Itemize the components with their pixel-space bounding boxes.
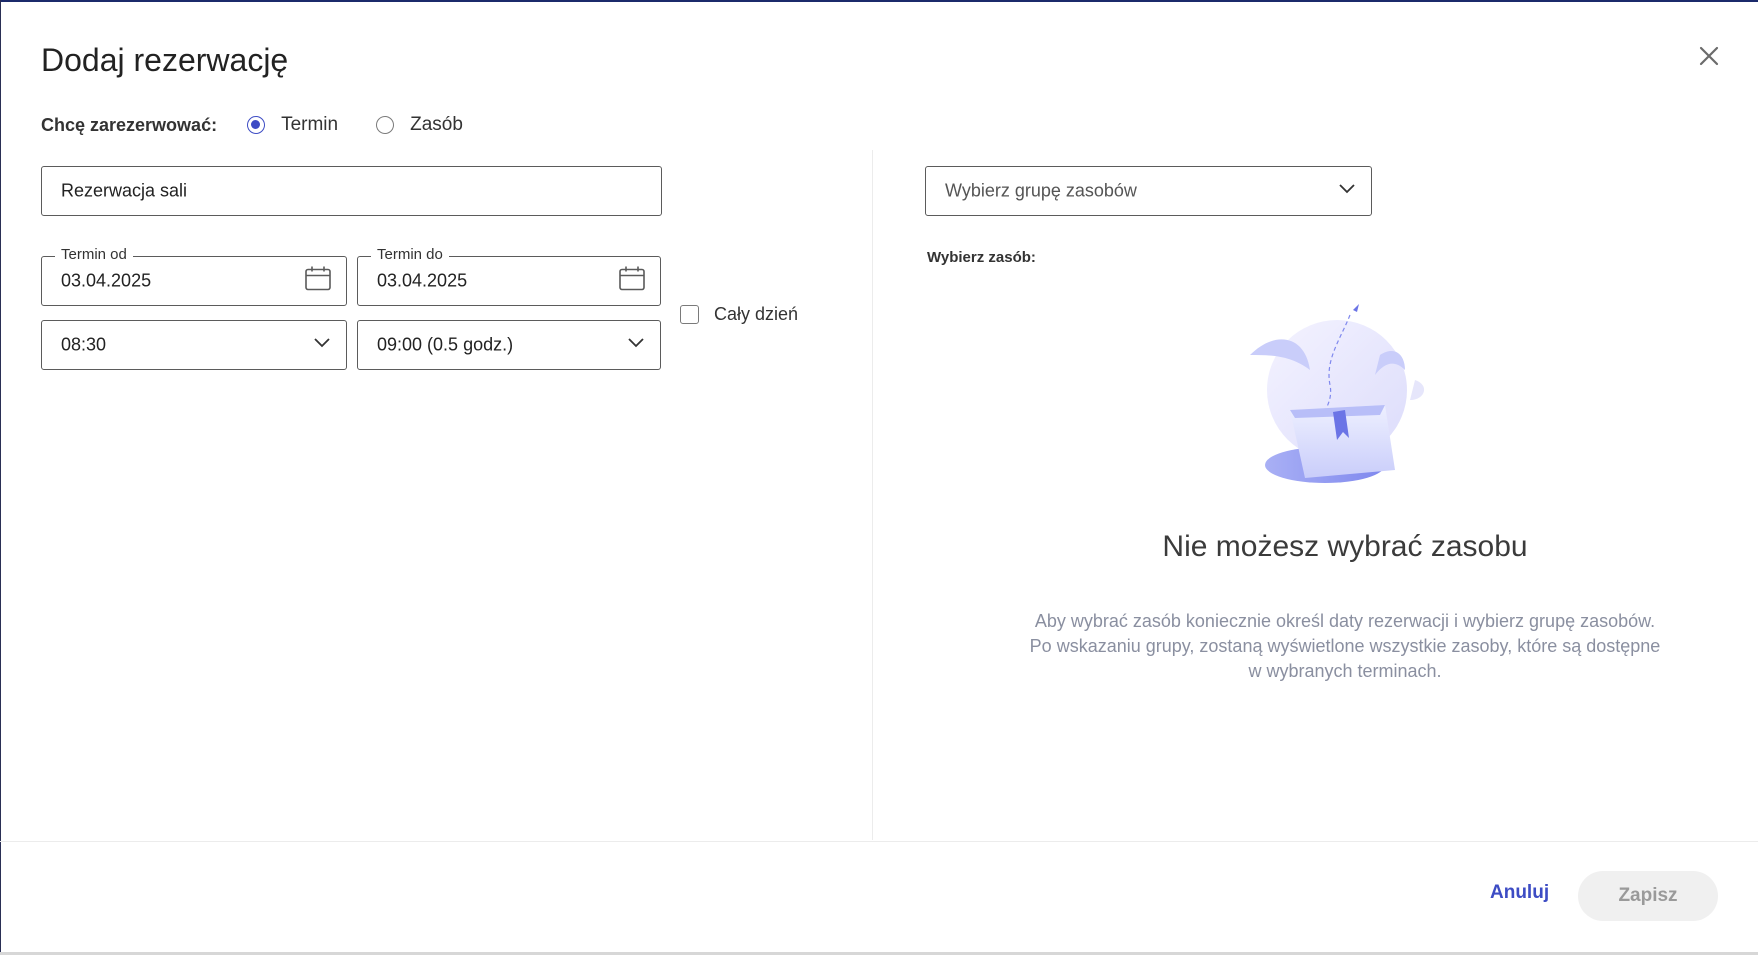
close-icon	[1699, 46, 1719, 66]
reservation-name-input[interactable]: Rezerwacja sali	[41, 166, 662, 216]
time-from-select[interactable]: 08:30	[41, 320, 347, 370]
select-resource-label: Wybierz zasób:	[927, 249, 1036, 266]
calendar-icon[interactable]	[304, 266, 332, 297]
save-button[interactable]: Zapisz	[1578, 871, 1718, 921]
radio-option-zasob[interactable]: Zasób	[376, 114, 463, 136]
chevron-down-icon	[312, 336, 332, 354]
date-from-field[interactable]: Termin od 03.04.2025	[41, 246, 347, 306]
empty-desc-line: Aby wybrać zasób koniecznie określ daty …	[1034, 611, 1656, 631]
booking-mode-caption: Chcę zarezerwować:	[41, 114, 218, 135]
empty-folder-illustration	[1245, 300, 1435, 500]
chevron-down-icon	[1337, 182, 1357, 200]
calendar-icon[interactable]	[618, 266, 646, 297]
resource-group-select[interactable]: Wybierz grupę zasobów	[925, 166, 1372, 216]
resource-group-placeholder: Wybierz grupę zasobów	[945, 180, 1137, 201]
column-divider	[872, 150, 873, 840]
all-day-checkbox[interactable]	[680, 305, 699, 324]
time-to-select[interactable]: 09:00 (0.5 godz.)	[357, 320, 661, 370]
radio-zasob[interactable]	[376, 116, 395, 134]
radio-zasob-label: Zasób	[410, 114, 463, 135]
date-from-value: 03.04.2025	[61, 270, 152, 291]
window-top-border	[0, 0, 1758, 2]
dialog-title: Dodaj rezerwację	[41, 42, 289, 78]
time-from-value: 08:30	[61, 334, 107, 355]
cancel-button[interactable]: Anuluj	[1490, 882, 1549, 904]
reservation-name-value: Rezerwacja sali	[61, 180, 188, 201]
date-to-legend: Termin do	[371, 246, 449, 263]
empty-state-description: Aby wybrać zasób koniecznie określ daty …	[960, 609, 1730, 684]
date-to-value: 03.04.2025	[377, 270, 468, 291]
empty-state-title: Nie możesz wybrać zasobu	[1162, 530, 1528, 563]
radio-termin[interactable]	[247, 116, 266, 134]
date-to-field[interactable]: Termin do 03.04.2025	[357, 246, 661, 306]
radio-termin-label: Termin	[281, 114, 339, 135]
footer-divider	[0, 841, 1758, 842]
window-left-border	[0, 0, 1, 955]
empty-desc-line: Po wskazaniu grupy, zostaną wyświetlone …	[1029, 636, 1661, 656]
all-day-option[interactable]: Cały dzień	[680, 304, 798, 325]
radio-option-termin[interactable]: Termin	[247, 114, 338, 136]
close-button[interactable]	[1693, 40, 1725, 72]
all-day-label: Cały dzień	[714, 304, 799, 324]
booking-mode-group: Chcę zarezerwować: Termin Zasób	[41, 112, 501, 138]
empty-desc-line: w wybranych terminach.	[1248, 661, 1442, 681]
time-to-value: 09:00 (0.5 godz.)	[377, 334, 514, 355]
date-from-legend: Termin od	[55, 246, 133, 263]
chevron-down-icon	[626, 336, 646, 354]
